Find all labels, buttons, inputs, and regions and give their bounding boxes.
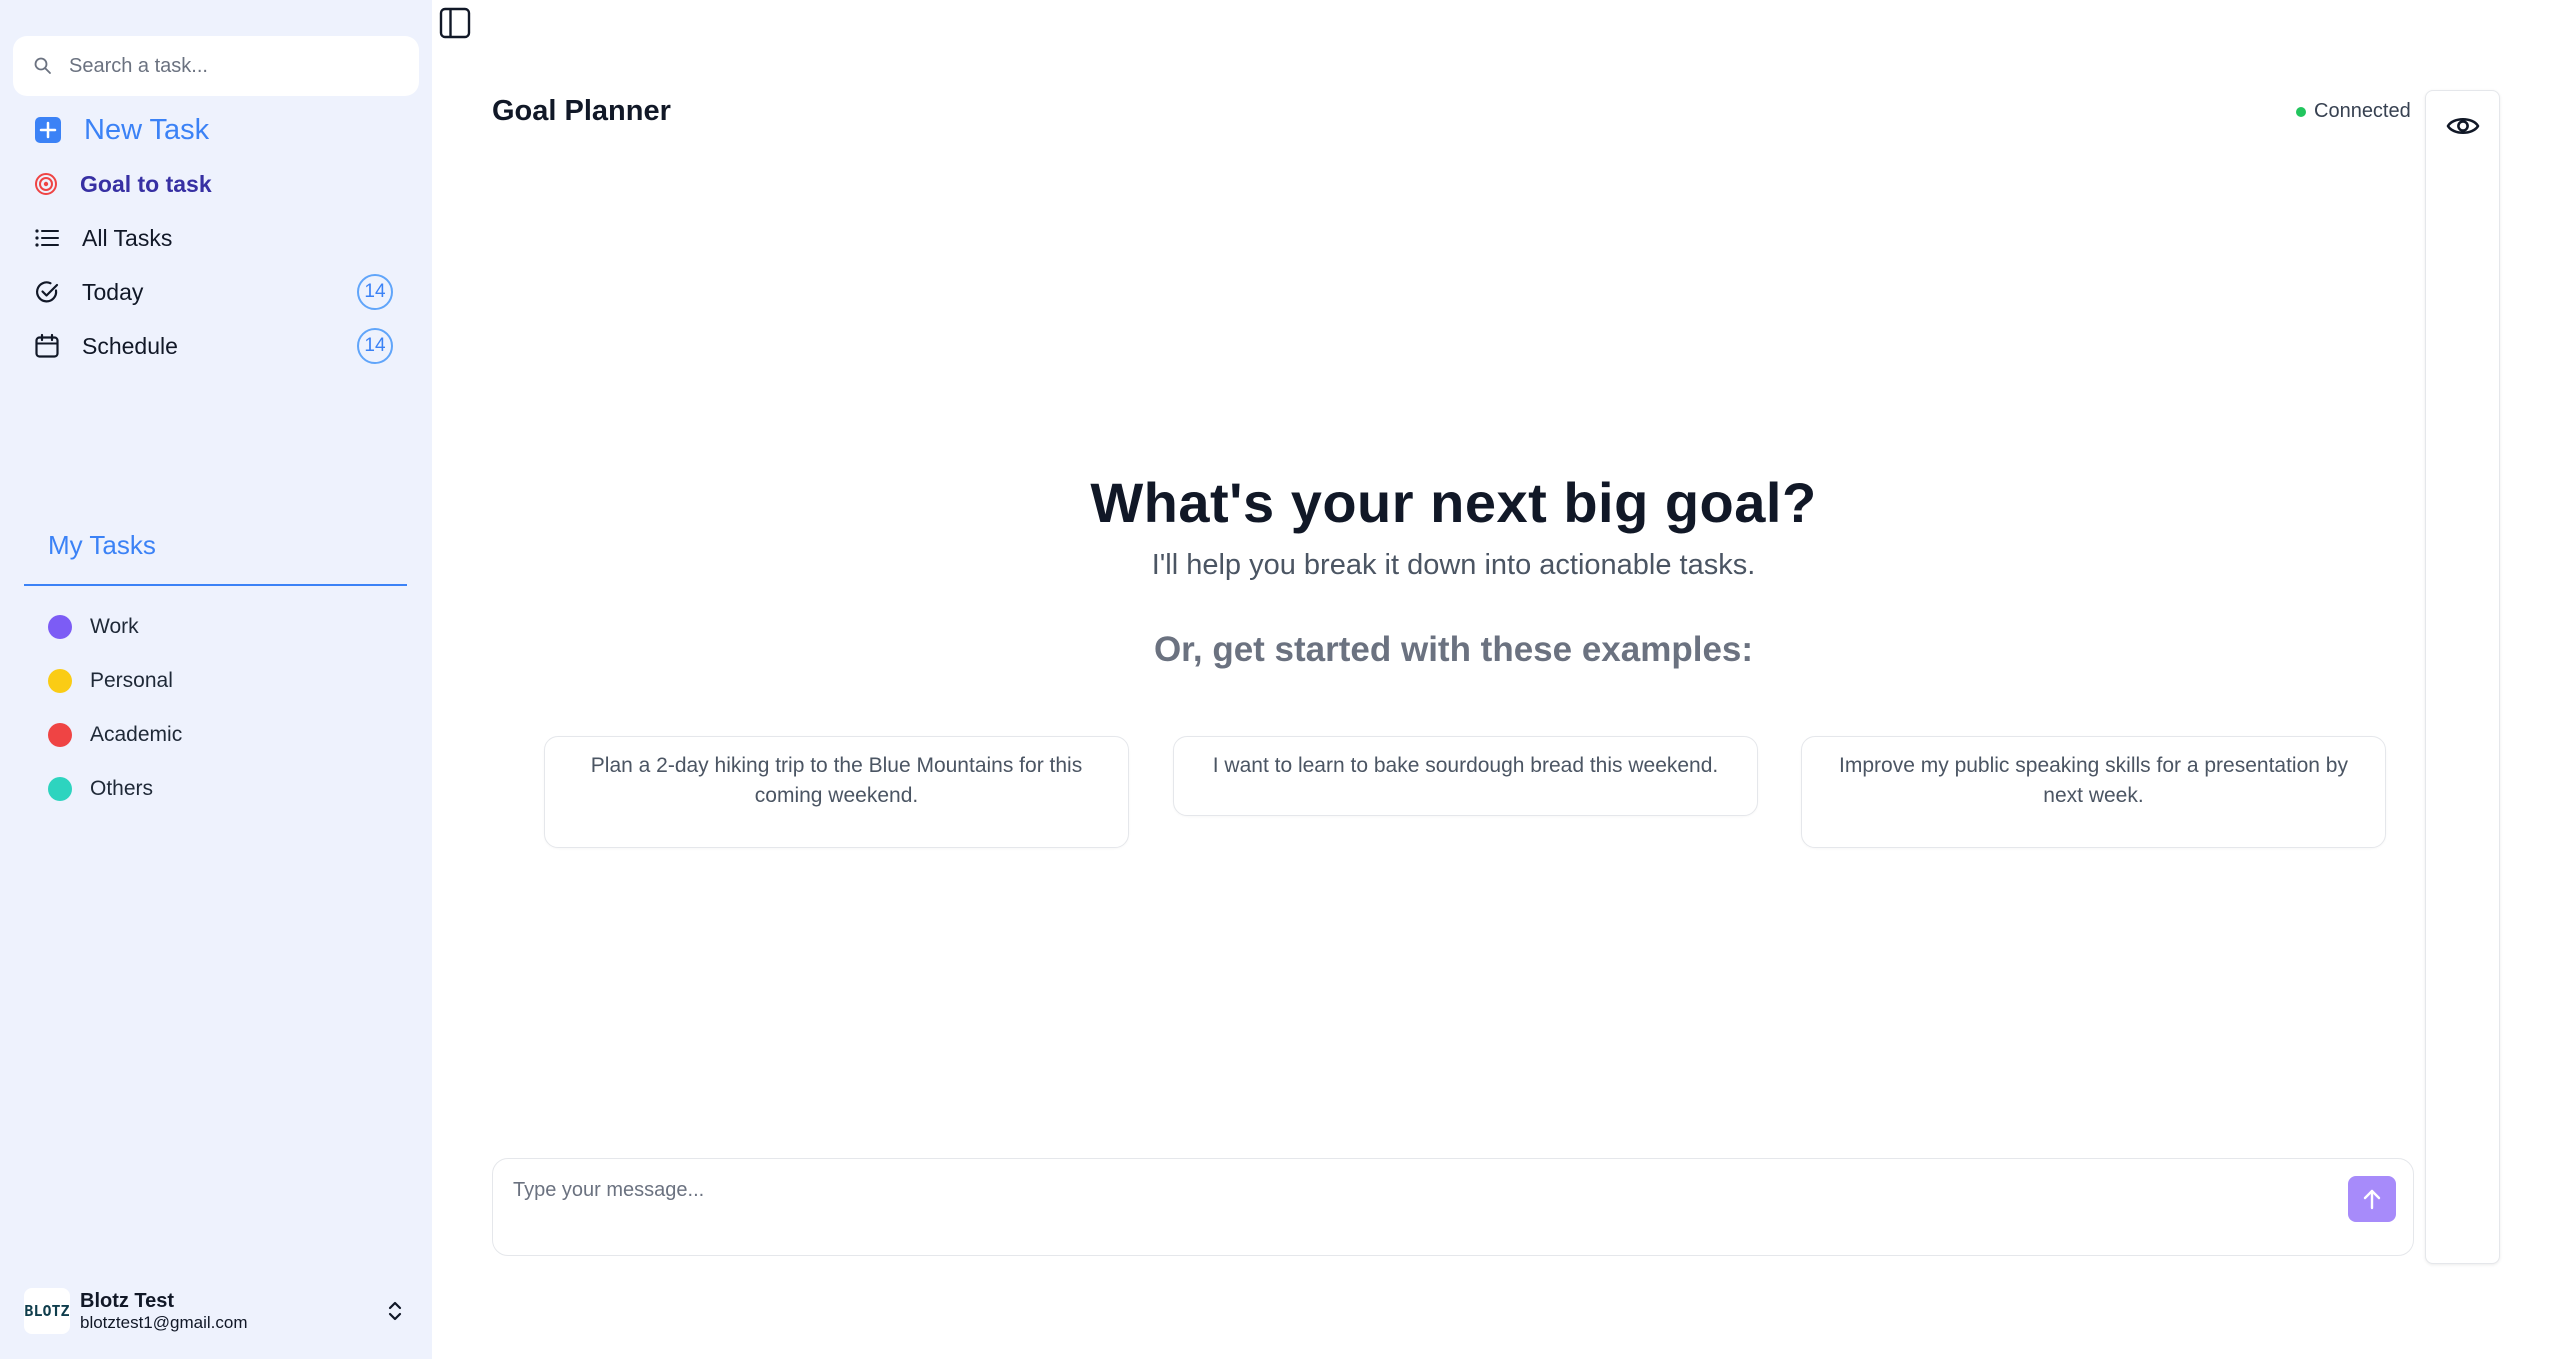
sidebar-item-all-tasks[interactable]: All Tasks bbox=[34, 215, 172, 261]
message-composer bbox=[492, 1158, 2414, 1256]
page-title: Goal Planner bbox=[492, 95, 671, 127]
list-icon bbox=[35, 229, 59, 247]
welcome-section: What's your next big goal? I'll help you… bbox=[492, 470, 2415, 670]
search-box[interactable] bbox=[13, 36, 419, 96]
example-card[interactable]: I want to learn to bake sourdough bread … bbox=[1173, 736, 1758, 816]
user-email: blotztest1@gmail.com bbox=[80, 1312, 248, 1332]
sidebar-toggle-icon[interactable] bbox=[438, 6, 472, 40]
schedule-label: Schedule bbox=[82, 332, 178, 359]
category-color-dot bbox=[48, 777, 72, 801]
chevron-up-down-icon bbox=[388, 1301, 402, 1321]
category-label: Work bbox=[90, 615, 139, 638]
today-count-badge: 14 bbox=[357, 274, 393, 310]
check-circle-icon bbox=[36, 281, 59, 303]
category-item-others[interactable]: Others bbox=[48, 769, 153, 809]
plus-square-icon bbox=[35, 117, 61, 143]
status-indicator-dot bbox=[2296, 106, 2306, 117]
schedule-count-badge: 14 bbox=[357, 328, 393, 364]
all-tasks-label: All Tasks bbox=[82, 224, 173, 251]
search-icon bbox=[34, 57, 51, 74]
main-heading: What's your next big goal? bbox=[1090, 471, 1817, 534]
category-label: Personal bbox=[90, 669, 173, 692]
connection-status: Connected bbox=[2296, 100, 2411, 123]
avatar: BLOTZ bbox=[24, 1288, 70, 1334]
new-task-button[interactable]: New Task bbox=[34, 107, 209, 153]
example-card[interactable]: Plan a 2-day hiking trip to the Blue Mou… bbox=[544, 736, 1129, 848]
right-side-panel bbox=[2425, 90, 2500, 1264]
goal-to-task-label: Goal to task bbox=[80, 170, 212, 197]
user-account-menu[interactable]: BLOTZ Blotz Test blotztest1@gmail.com bbox=[24, 1285, 414, 1337]
arrow-up-icon bbox=[2363, 1189, 2381, 1210]
user-info: Blotz Test blotztest1@gmail.com bbox=[80, 1290, 248, 1333]
today-label: Today bbox=[82, 278, 144, 305]
category-color-dot bbox=[48, 615, 72, 639]
sidebar-item-goal-to-task[interactable]: Goal to task bbox=[34, 161, 212, 207]
message-input[interactable] bbox=[511, 1177, 2315, 1241]
category-color-dot bbox=[48, 669, 72, 693]
search-input[interactable] bbox=[67, 53, 419, 79]
eye-icon[interactable] bbox=[2446, 113, 2480, 139]
example-card[interactable]: Improve my public speaking skills for a … bbox=[1801, 736, 2386, 848]
calendar-icon bbox=[35, 333, 59, 358]
sidebar-item-today[interactable]: Today bbox=[34, 269, 143, 315]
category-label: Others bbox=[90, 777, 154, 800]
send-button[interactable] bbox=[2348, 1176, 2396, 1222]
examples-heading: Or, get started with these examples: bbox=[1153, 630, 1754, 669]
status-text: Connected bbox=[2314, 100, 2411, 122]
category-item-work[interactable]: Work bbox=[48, 607, 139, 647]
my-tasks-heading[interactable]: My Tasks bbox=[48, 530, 156, 561]
category-item-personal[interactable]: Personal bbox=[48, 661, 173, 701]
main-subheading: I'll help you break it down into actiona… bbox=[1151, 549, 1756, 581]
sidebar-item-schedule[interactable]: Schedule bbox=[34, 323, 178, 369]
user-name: Blotz Test bbox=[80, 1289, 175, 1312]
sidebar: New Task Goal to task All Tasks Today 14 bbox=[0, 0, 432, 1359]
category-item-academic[interactable]: Academic bbox=[48, 715, 182, 755]
target-icon bbox=[35, 173, 57, 195]
category-label: Academic bbox=[90, 723, 183, 746]
my-tasks-divider bbox=[24, 584, 407, 586]
category-color-dot bbox=[48, 723, 72, 747]
new-task-label: New Task bbox=[84, 113, 210, 146]
